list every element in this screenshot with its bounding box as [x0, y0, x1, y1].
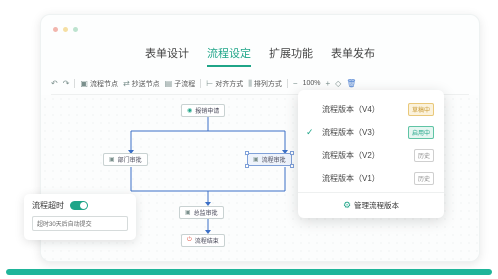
version-label: 流程版本（V1）: [322, 174, 380, 183]
sub-process-label: 子流程: [174, 80, 196, 88]
add-cc-node-button[interactable]: ⇄ 抄送节点: [123, 79, 160, 89]
check-icon: ✓: [306, 127, 314, 137]
status-badge: 历史: [413, 172, 434, 185]
timeout-input[interactable]: 超时30天后自动提交: [32, 216, 128, 231]
timeout-toggle[interactable]: [70, 201, 88, 210]
resize-handle[interactable]: [289, 151, 294, 155]
status-badge: 历史: [413, 149, 434, 162]
approval-icon: ▣: [185, 210, 191, 216]
gear-icon: ⚙: [342, 200, 352, 210]
tab-extensions[interactable]: 扩展功能: [269, 45, 313, 67]
cc-node-label: 抄送节点: [131, 80, 160, 88]
minimize-dot[interactable]: [63, 27, 68, 32]
zoom-level: 100%: [302, 80, 321, 87]
version-row[interactable]: 流程版本（V1） 历史: [308, 167, 434, 190]
resize-handle[interactable]: [245, 164, 249, 168]
start-node[interactable]: ◉ 报销申请: [181, 104, 226, 117]
toolbar-divider: [74, 79, 76, 88]
manage-versions-label: 管理流程版本: [354, 201, 400, 210]
timeout-card: 流程超时 超时30天后自动提交: [24, 194, 136, 240]
close-dot[interactable]: [53, 27, 58, 32]
resize-handle[interactable]: [289, 164, 294, 168]
left-branch-node[interactable]: ▣ 部门审批: [103, 153, 148, 166]
version-label: 流程版本（V3）: [322, 128, 380, 137]
start-node-icon: ◉: [187, 108, 193, 114]
undo-icon[interactable]: ↶: [51, 79, 58, 88]
finance-node[interactable]: ▣ 总监审批: [179, 206, 224, 219]
start-node-label: 报销申请: [195, 109, 220, 115]
tab-process-settings[interactable]: 流程设定: [207, 45, 251, 67]
version-label: 流程版本（V4）: [322, 105, 380, 114]
timeout-header: 流程超时: [32, 200, 128, 211]
toolbar-divider: [286, 79, 288, 88]
bottom-accent-bar: [6, 269, 492, 275]
resize-handle[interactable]: [245, 151, 249, 155]
window-controls: [53, 27, 78, 32]
end-node[interactable]: ⏻ 流程结束: [181, 234, 225, 247]
right-branch-node[interactable]: ▣ 流程审批: [245, 151, 294, 168]
node-icon: ▣: [80, 79, 88, 88]
maximize-dot[interactable]: [73, 27, 78, 32]
redo-icon[interactable]: ↷: [63, 79, 70, 88]
locate-icon[interactable]: ◇: [335, 79, 341, 88]
toolbar-divider: [200, 79, 202, 88]
right-branch-label: 流程审批: [261, 158, 286, 164]
version-row[interactable]: 流程版本（V2） 历史: [308, 144, 434, 167]
tab-form-publish[interactable]: 表单发布: [331, 45, 375, 67]
left-branch-label: 部门审批: [117, 158, 142, 164]
approval-icon: ▣: [253, 157, 259, 163]
manage-versions-button[interactable]: ⚙ 管理流程版本: [298, 192, 444, 218]
zoom-in-icon[interactable]: +: [325, 79, 330, 88]
status-badge: 启用中: [407, 126, 434, 139]
arrange-button[interactable]: ⫼ 排列方式: [248, 79, 282, 89]
process-node-label: 流程节点: [89, 80, 118, 88]
version-popup: 流程版本（V4） 草稿中 ✓ 流程版本（V3） 启用中 流程版本（V2） 历史 …: [298, 90, 444, 218]
zoom-out-icon[interactable]: −: [293, 79, 298, 88]
align-label: 对齐方式: [215, 80, 244, 88]
align-button[interactable]: ⊢ 对齐方式: [206, 79, 243, 89]
power-icon: ⏻: [187, 237, 192, 243]
version-row[interactable]: 流程版本（V4） 草稿中: [308, 98, 434, 121]
add-process-node-button[interactable]: ▣ 流程节点: [80, 79, 118, 89]
timeout-label: 流程超时: [32, 201, 64, 210]
align-icon: ⊢: [206, 79, 214, 88]
add-sub-process-button[interactable]: ▤ 子流程: [165, 79, 196, 89]
status-badge: 草稿中: [407, 103, 434, 116]
delete-icon[interactable]: 🗑: [346, 79, 356, 88]
cc-icon: ⇄: [122, 79, 130, 88]
arrange-icon: ⫼: [248, 78, 252, 88]
main-tabs: 表单设计 流程设定 扩展功能 表单发布: [41, 45, 479, 67]
end-node-label: 流程结束: [194, 239, 219, 245]
finance-node-label: 总监审批: [193, 211, 218, 217]
sub-process-icon: ▤: [164, 79, 173, 88]
tab-form-design[interactable]: 表单设计: [145, 45, 189, 67]
version-row[interactable]: ✓ 流程版本（V3） 启用中: [306, 121, 434, 144]
arrange-label: 排列方式: [253, 80, 282, 88]
version-label: 流程版本（V2）: [322, 151, 380, 160]
approval-icon: ▣: [109, 157, 115, 163]
